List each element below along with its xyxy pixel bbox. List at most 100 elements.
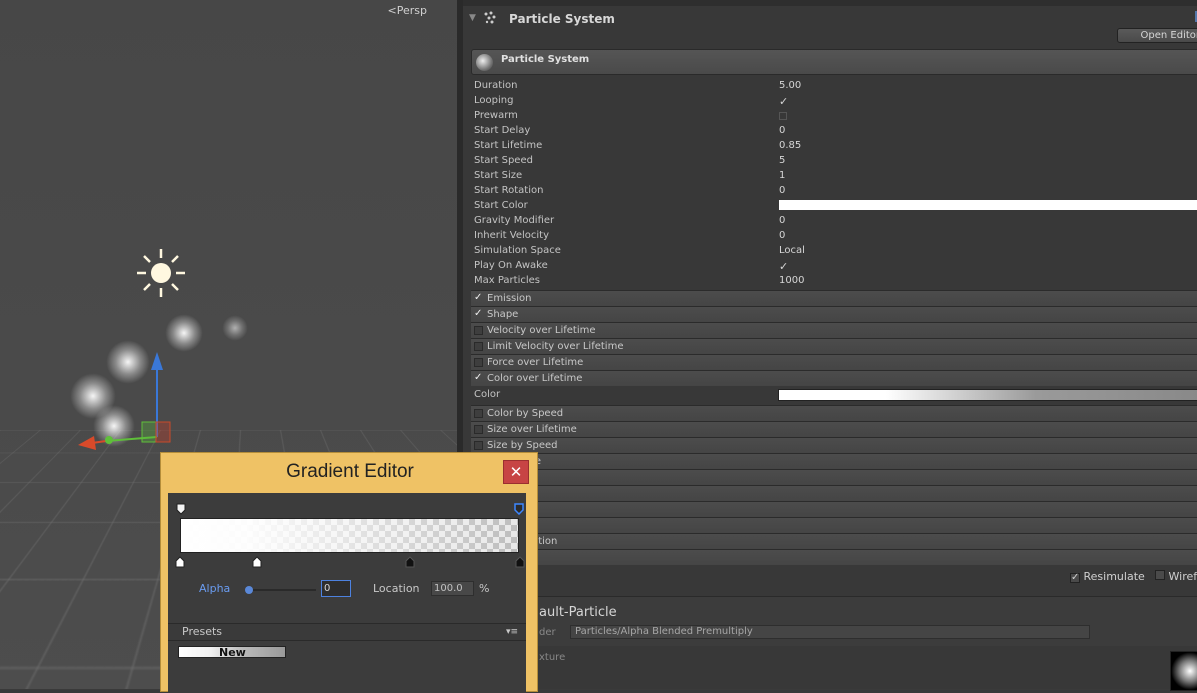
module-row[interactable]: ✓ Emission — [471, 290, 1197, 306]
module-label: Emission — [487, 293, 532, 304]
property-value[interactable]: 0 — [779, 230, 785, 241]
module-row[interactable]: Size over Lifetime — [471, 421, 1197, 437]
module-checkbox[interactable] — [474, 425, 483, 434]
location-field[interactable] — [431, 581, 474, 596]
component-title: Particle System — [509, 12, 615, 26]
color-key-2[interactable] — [252, 556, 262, 568]
module-checkbox[interactable]: ✓ — [474, 374, 483, 383]
property-label: Gravity Modifier — [474, 215, 554, 226]
property-label: Start Speed — [474, 155, 533, 166]
color-gradient-field[interactable] — [778, 389, 1197, 401]
component-header[interactable]: ▼ Particle System — [463, 8, 1197, 30]
module-row[interactable]: Limit Velocity over Lifetime — [471, 338, 1197, 354]
property-value[interactable]: 0.85 — [779, 140, 801, 151]
module-row[interactable]: er Lifetime — [471, 453, 1197, 469]
persp-toggle[interactable]: <Persp — [388, 4, 427, 17]
alpha-slider[interactable] — [248, 589, 316, 591]
color-label: Color — [474, 389, 500, 400]
property-row: Start Lifetime 0.85 — [474, 139, 1197, 154]
module-label: Velocity over Lifetime — [487, 325, 596, 336]
module-checkbox[interactable]: ✓ — [474, 310, 483, 319]
property-value[interactable]: Local — [779, 245, 805, 256]
move-gizmo-icon[interactable] — [76, 350, 176, 460]
persp-label: Persp — [397, 4, 427, 17]
module-checkbox[interactable] — [474, 326, 483, 335]
particle-system-section-label: Particle System — [501, 54, 589, 65]
property-label: Max Particles — [474, 275, 540, 286]
start-color-field[interactable] — [779, 200, 1197, 210]
property-value[interactable]: 5 — [779, 155, 785, 166]
alpha-label: Alpha — [199, 582, 230, 595]
prewarm-checkbox[interactable] — [779, 112, 787, 120]
property-row: Gravity Modifier 0 — [474, 214, 1197, 229]
inspector-top-strip — [463, 0, 1197, 6]
property-label: Looping — [474, 95, 513, 106]
close-button[interactable]: ✕ — [503, 460, 529, 484]
particle-system-icon — [483, 11, 497, 25]
property-label: Simulation Space — [474, 245, 561, 256]
presets-header[interactable]: Presets ▾≡ — [168, 623, 526, 641]
property-label: Start Delay — [474, 125, 530, 136]
open-editor-button[interactable]: Open Editor — [1117, 28, 1197, 43]
property-label: Start Color — [474, 200, 528, 211]
module-row[interactable]: eet Animation — [471, 533, 1197, 549]
module-label: Limit Velocity over Lifetime — [487, 341, 623, 352]
property-value[interactable]: 0 — [779, 125, 785, 136]
shader-dropdown[interactable]: Particles/Alpha Blended Premultiply — [570, 625, 1090, 639]
resimulate-label: Resimulate — [1084, 570, 1145, 583]
module-row[interactable]: ✓ Shape — [471, 306, 1197, 322]
module-row[interactable]: rs — [471, 517, 1197, 533]
texture-thumbnail[interactable] — [1170, 651, 1197, 691]
property-label: Start Lifetime — [474, 140, 542, 151]
resimulate-checkbox[interactable]: ✓ — [1070, 573, 1080, 583]
module-checkbox[interactable]: ✓ — [474, 294, 483, 303]
property-value[interactable]: ✓ — [779, 260, 788, 273]
alpha-field[interactable] — [321, 580, 351, 597]
module-checkbox[interactable] — [474, 358, 483, 367]
property-value[interactable]: 1000 — [779, 275, 804, 286]
foldout-arrow-icon[interactable]: ▼ — [469, 13, 476, 23]
alpha-slider-thumb[interactable] — [245, 586, 253, 594]
module-row[interactable] — [471, 549, 1197, 565]
property-label: Inherit Velocity — [474, 230, 549, 241]
property-value[interactable]: 0 — [779, 185, 785, 196]
property-value[interactable]: 0 — [779, 215, 785, 226]
module-label: Size by Speed — [487, 440, 558, 451]
particle-system-section[interactable]: Particle System — [471, 49, 1197, 75]
chevron-left-icon: < — [388, 4, 397, 17]
wireframe-checkbox[interactable] — [1155, 570, 1165, 580]
material-header[interactable]: ault-Particle der Particles/Alpha Blende… — [463, 596, 1197, 646]
particle-sprite — [222, 315, 248, 341]
alpha-key-left[interactable] — [176, 503, 186, 515]
module-row[interactable] — [471, 501, 1197, 517]
property-row: Simulation Space Local — [474, 244, 1197, 259]
wireframe-toggle[interactable]: Wirefr — [1155, 570, 1197, 583]
module-checkbox[interactable] — [474, 441, 483, 450]
module-label: Shape — [487, 309, 518, 320]
gradient-preview[interactable] — [180, 518, 519, 553]
color-key-3[interactable] — [405, 556, 415, 568]
alpha-key-right-selected[interactable] — [514, 503, 524, 515]
module-row[interactable]: Force over Lifetime — [471, 354, 1197, 370]
directional-light-icon[interactable] — [135, 247, 187, 299]
property-row: Inherit Velocity 0 — [474, 229, 1197, 244]
module-row[interactable]: Velocity over Lifetime — [471, 322, 1197, 338]
color-key-1[interactable] — [175, 556, 185, 568]
gradient-editor-window: Gradient Editor ✕ Alpha Location — [160, 452, 538, 692]
preset-new-button[interactable]: New — [178, 646, 286, 658]
module-row[interactable]: ✓Color over Lifetime — [471, 370, 1197, 386]
module-checkbox[interactable] — [474, 409, 483, 418]
module-row[interactable]: rces — [471, 485, 1197, 501]
module-checkbox[interactable] — [474, 342, 483, 351]
particle-system-sphere-icon — [476, 54, 493, 71]
module-row[interactable]: Speed — [471, 469, 1197, 485]
resimulate-toggle[interactable]: ✓ Resimulate — [1070, 570, 1145, 583]
module-row[interactable]: Size by Speed — [471, 437, 1197, 453]
gradient-editor-title: Gradient Editor — [161, 461, 539, 483]
property-value[interactable]: 1 — [779, 170, 785, 181]
color-key-4[interactable] — [515, 556, 525, 568]
module-row[interactable]: Color by Speed — [471, 405, 1197, 421]
property-value[interactable]: 5.00 — [779, 80, 801, 91]
presets-menu-icon[interactable]: ▾≡ — [506, 624, 518, 640]
property-value[interactable]: ✓ — [779, 95, 788, 108]
